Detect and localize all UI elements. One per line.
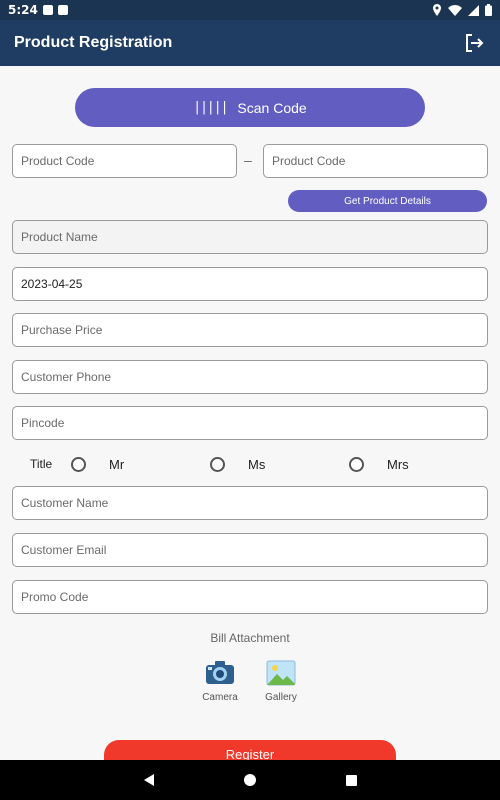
customer-name-placeholder: Customer Name: [21, 496, 109, 510]
promo-code-input[interactable]: Promo Code: [12, 580, 488, 614]
recent-apps-icon[interactable]: [345, 774, 357, 786]
product-code-input-2[interactable]: Product Code: [263, 144, 488, 178]
sd-card-icon: [57, 5, 68, 15]
app-icon: [42, 5, 53, 15]
barcode-icon: |||||: [193, 100, 228, 115]
purchase-date-value: 2023-04-25: [21, 277, 83, 291]
customer-email-input[interactable]: Customer Email: [12, 533, 488, 567]
scan-code-label: Scan Code: [237, 99, 307, 116]
radio-mr[interactable]: [71, 457, 86, 472]
product-code-input-1[interactable]: Product Code: [12, 144, 237, 178]
status-indicators: [432, 4, 492, 16]
location-icon: [433, 4, 441, 16]
product-code-placeholder-2: Product Code: [272, 154, 346, 168]
purchase-date-field[interactable]: 2023-04-25: [12, 267, 488, 301]
gallery-icon: [266, 660, 296, 686]
product-code-placeholder-1: Product Code: [21, 154, 95, 168]
signal-icon: [468, 4, 479, 16]
radio-label-mr: Mr: [109, 457, 125, 472]
camera-button[interactable]: Camera: [190, 660, 250, 703]
customer-email-placeholder: Customer Email: [21, 543, 107, 557]
pincode-input[interactable]: Pincode: [12, 406, 488, 440]
logout-icon[interactable]: [462, 31, 486, 55]
camera-icon: [206, 661, 234, 684]
wifi-icon: [448, 4, 462, 16]
gallery-button[interactable]: Gallery: [251, 660, 311, 703]
camera-label: Camera: [202, 692, 238, 703]
customer-name-input[interactable]: Customer Name: [12, 486, 488, 520]
customer-phone-placeholder: Customer Phone: [21, 370, 112, 384]
app-bar: Product Registration: [0, 20, 500, 66]
code-separator: –: [244, 152, 252, 168]
scan-code-button[interactable]: ||||| Scan Code: [75, 88, 425, 127]
radio-mrs[interactable]: [349, 457, 364, 472]
back-icon[interactable]: [143, 774, 154, 786]
bill-attachment-label: Bill Attachment: [210, 631, 290, 645]
purchase-price-placeholder: Purchase Price: [21, 323, 103, 337]
radio-ms[interactable]: [210, 457, 225, 472]
promo-code-placeholder: Promo Code: [21, 590, 89, 604]
get-product-details-button[interactable]: Get Product Details: [288, 190, 487, 212]
radio-label-mrs: Mrs: [387, 457, 409, 472]
title-label: Title: [30, 457, 53, 471]
product-name-placeholder: Product Name: [21, 230, 98, 244]
product-name-field: Product Name: [12, 220, 488, 254]
status-bar: 5:24: [0, 0, 500, 20]
battery-icon: [485, 4, 492, 16]
gallery-label: Gallery: [265, 692, 297, 703]
system-nav-bar: [0, 760, 500, 800]
purchase-price-input[interactable]: Purchase Price: [12, 313, 488, 347]
status-time: 5:24: [8, 3, 38, 17]
customer-phone-input[interactable]: Customer Phone: [12, 360, 488, 394]
home-icon[interactable]: [243, 774, 256, 786]
radio-label-ms: Ms: [248, 457, 266, 472]
page-title: Product Registration: [14, 34, 173, 51]
pincode-placeholder: Pincode: [21, 416, 65, 430]
